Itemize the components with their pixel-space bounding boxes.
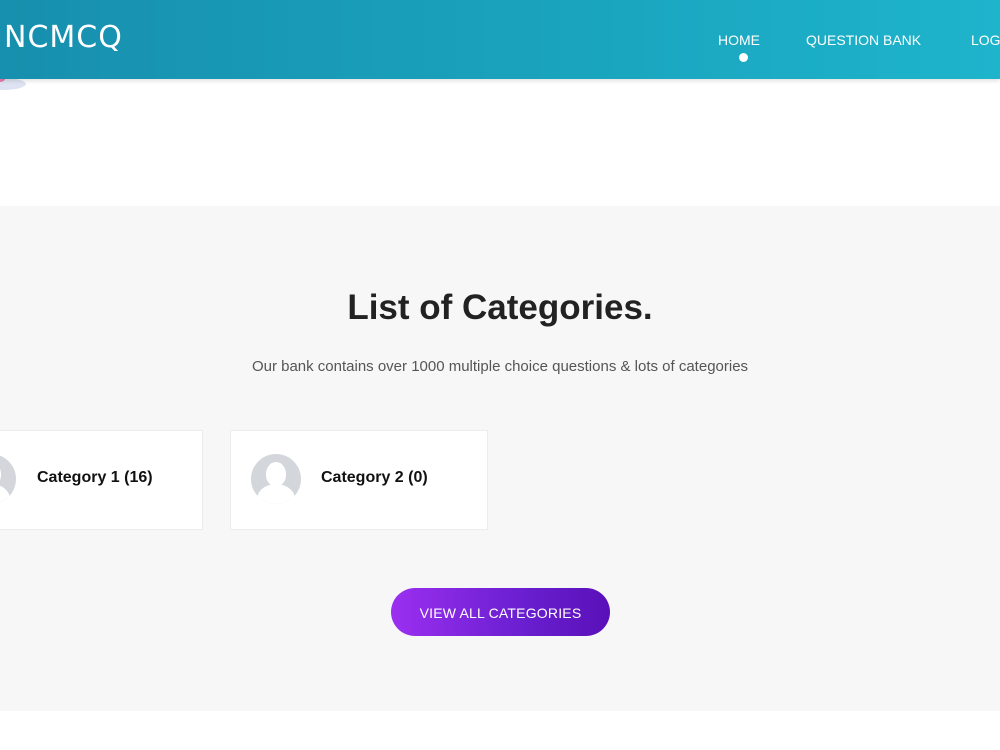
user-avatar-icon [251,454,301,504]
category-label[interactable]: Category 2 (0) [321,469,428,487]
nav-item-login[interactable]: LOG [971,32,1000,48]
main-nav: HOME QUESTION BANK LOG [0,32,1000,62]
section-subtitle: Our bank contains over 1000 multiple cho… [251,358,749,375]
category-card[interactable]: Category 1 (16) [0,430,203,530]
category-label[interactable]: Category 1 (16) [37,469,153,487]
site-header: NCMCQ HOME QUESTION BANK LOG [0,0,1000,79]
view-all-categories-label: VIEW ALL CATEGORIES [419,605,582,621]
category-card[interactable]: Category 2 (0) [230,430,488,530]
section-title: List of Categories. [347,288,653,327]
nav-item-home[interactable]: HOME [718,32,760,48]
nav-item-question-bank[interactable]: QUESTION BANK [806,32,921,48]
page: NCMCQ HOME QUESTION BANK LOG List of Cat… [0,0,1000,750]
categories-section: List of Categories. Our bank contains ov… [0,206,1000,711]
active-indicator-dot [739,53,748,62]
user-avatar-icon [0,454,16,504]
view-all-categories-button[interactable]: VIEW ALL CATEGORIES [391,588,610,636]
